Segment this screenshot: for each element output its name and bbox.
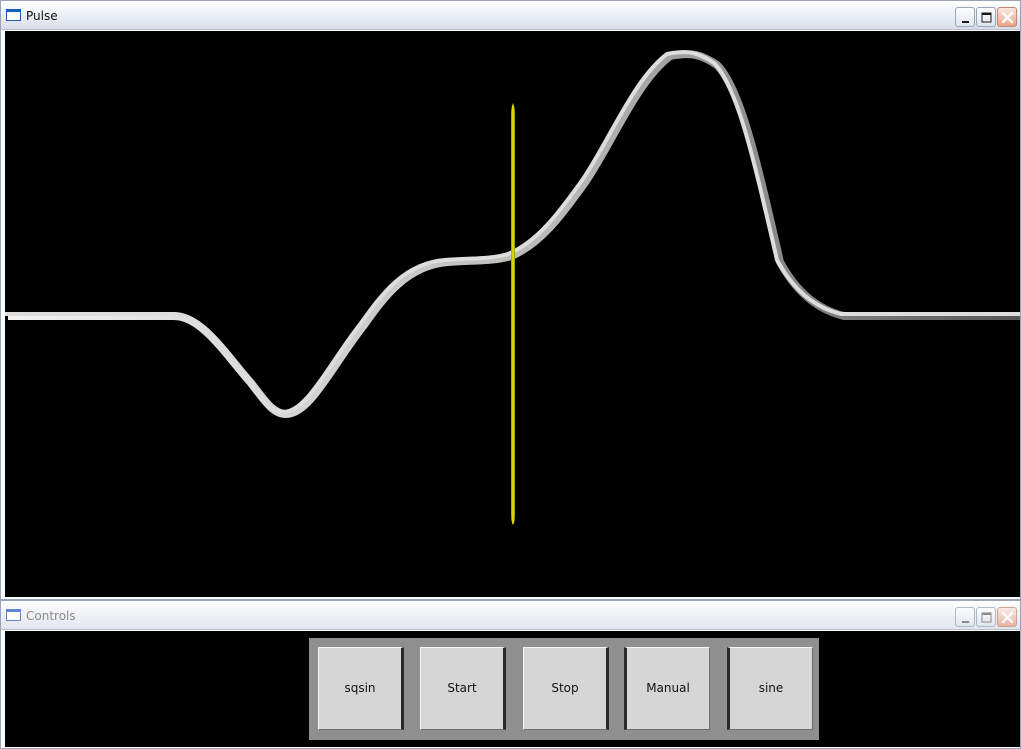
button-panel: sqsin Start Stop Manual sine [309, 638, 819, 740]
controls-canvas: sqsin Start Stop Manual sine [5, 631, 1020, 747]
maximize-button[interactable] [976, 607, 996, 627]
maximize-icon [981, 612, 992, 623]
minimize-button[interactable] [955, 7, 975, 27]
window-title: Controls [26, 609, 76, 623]
yellow-marker-line [511, 103, 515, 525]
pulse-window: Pulse [0, 0, 1021, 600]
maximize-icon [981, 12, 992, 23]
close-icon [1001, 11, 1014, 24]
minimize-icon [962, 621, 969, 623]
controls-titlebar[interactable]: Controls [1, 601, 1020, 630]
window-controls [955, 7, 1017, 27]
window-icon [6, 9, 21, 21]
minimize-button[interactable] [955, 607, 975, 627]
start-button[interactable]: Start [420, 647, 506, 730]
sqsin-button[interactable]: sqsin [318, 647, 404, 730]
sine-button[interactable]: sine [727, 647, 813, 730]
pulse-graphics [5, 50, 1021, 525]
close-icon [1001, 611, 1014, 624]
pulse-titlebar[interactable]: Pulse [1, 1, 1020, 30]
controls-window: Controls sqsin Start Stop Manual sine [0, 600, 1021, 749]
pulse-canvas[interactable] [5, 31, 1021, 597]
minimize-icon [962, 21, 969, 23]
close-button[interactable] [997, 607, 1017, 627]
window-icon [6, 609, 21, 621]
manual-button[interactable]: Manual [624, 647, 710, 730]
maximize-button[interactable] [976, 7, 996, 27]
window-title: Pulse [26, 9, 58, 23]
window-controls [955, 607, 1017, 627]
stop-button[interactable]: Stop [523, 647, 609, 730]
close-button[interactable] [997, 7, 1017, 27]
